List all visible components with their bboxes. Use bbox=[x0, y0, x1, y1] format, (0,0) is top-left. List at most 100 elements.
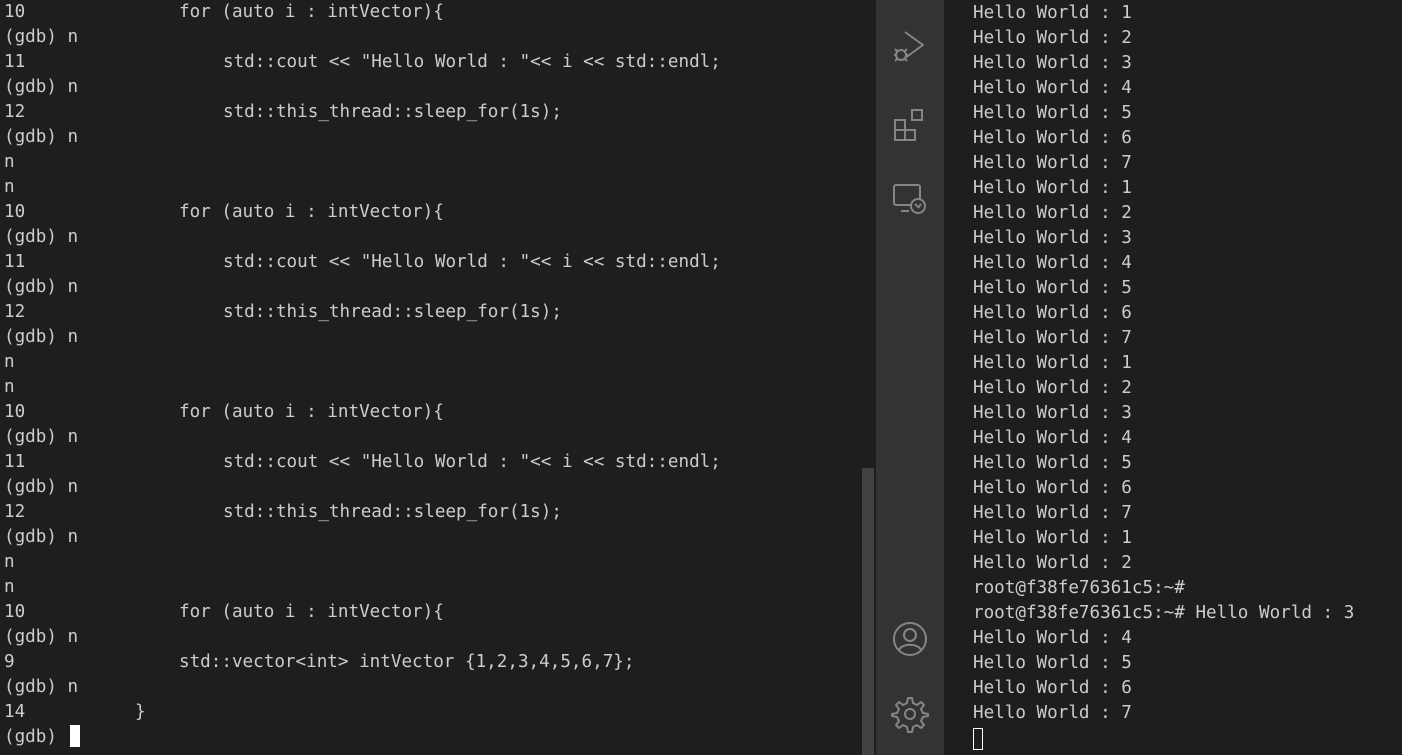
source-line-number: 10 bbox=[4, 602, 26, 622]
gdb-terminal-line: 11 std::cout << "Hello World : "<< i << s… bbox=[4, 250, 854, 275]
gdb-terminal-line: n bbox=[4, 550, 15, 575]
output-line: Hello World : 2 bbox=[973, 203, 1132, 223]
gdb-terminal-line: n bbox=[4, 150, 15, 175]
gdb-terminal-line: 14} bbox=[4, 700, 854, 725]
extensions-icon[interactable] bbox=[891, 106, 929, 144]
source-line-number: 10 bbox=[4, 2, 26, 22]
gdb-prompt-text: (gdb) n bbox=[4, 277, 79, 297]
gdb-terminal-line: 12 std::this_thread::sleep_for(1s); bbox=[4, 500, 854, 525]
source-code: std::this_thread::sleep_for(1s); bbox=[223, 502, 562, 522]
output-line: Hello World : 7 bbox=[973, 153, 1132, 173]
source-code: } bbox=[135, 702, 146, 722]
output-line: Hello World : 1 bbox=[973, 3, 1132, 23]
source-line-number: 12 bbox=[4, 502, 26, 522]
gdb-prompt-text: (gdb) n bbox=[4, 127, 79, 147]
output-line: Hello World : 3 bbox=[973, 53, 1132, 73]
program-output-terminal[interactable]: Hello World : 1 Hello World : 2 Hello Worl… bbox=[944, 0, 1402, 755]
gdb-prompt-text: n bbox=[4, 152, 15, 172]
gdb-prompt-text: (gdb) bbox=[4, 727, 68, 747]
gdb-terminal-line: n bbox=[4, 350, 15, 375]
terminal-cursor bbox=[973, 728, 983, 750]
source-code: std::vector<int> intVector {1,2,3,4,5,6,… bbox=[179, 652, 635, 672]
gdb-terminal-line: 12 std::this_thread::sleep_for(1s); bbox=[4, 100, 854, 125]
output-line: Hello World : 1 bbox=[973, 353, 1132, 373]
source-line-number: 10 bbox=[4, 202, 26, 222]
gdb-terminal-line: 10 for (auto i : intVector){ bbox=[4, 600, 854, 625]
output-line: Hello World : 2 bbox=[973, 28, 1132, 48]
gdb-prompt-text: (gdb) n bbox=[4, 677, 79, 697]
app-root: 10 for (auto i : intVector){(gdb) n 11 std:… bbox=[0, 0, 1402, 755]
gdb-prompt-text: (gdb) n bbox=[4, 327, 79, 347]
gdb-terminal-line: 10 for (auto i : intVector){ bbox=[4, 0, 854, 25]
source-line-number: 11 bbox=[4, 252, 26, 272]
source-code: std::this_thread::sleep_for(1s); bbox=[223, 102, 562, 122]
gdb-terminal-line: (gdb) n bbox=[4, 25, 78, 50]
gdb-terminal-line: 10 for (auto i : intVector){ bbox=[4, 400, 854, 425]
output-line: Hello World : 5 bbox=[973, 103, 1132, 123]
gdb-terminal-line: n bbox=[4, 575, 15, 600]
gdb-terminal-line: 11 std::cout << "Hello World : "<< i << s… bbox=[4, 50, 854, 75]
gdb-terminal-line: (gdb) n bbox=[4, 225, 78, 250]
output-line: root@f38fe76361c5:~# Hello World : 3 bbox=[973, 603, 1355, 623]
output-line: Hello World : 3 bbox=[973, 403, 1132, 423]
output-line: Hello World : 7 bbox=[973, 503, 1132, 523]
gdb-cursor bbox=[69, 725, 80, 747]
gdb-prompt-text: (gdb) n bbox=[4, 427, 79, 447]
gdb-terminal-line: 12 std::this_thread::sleep_for(1s); bbox=[4, 300, 854, 325]
settings-gear-icon[interactable] bbox=[891, 695, 929, 733]
gdb-terminal-line: n bbox=[4, 175, 15, 200]
gdb-prompt-text: (gdb) n bbox=[4, 627, 79, 647]
output-line: root@f38fe76361c5:~# bbox=[973, 578, 1185, 598]
gdb-prompt-text: (gdb) n bbox=[4, 527, 79, 547]
account-icon[interactable] bbox=[891, 620, 929, 658]
output-line: Hello World : 6 bbox=[973, 303, 1132, 323]
gdb-terminal-line: (gdb) n bbox=[4, 525, 78, 550]
source-code: for (auto i : intVector){ bbox=[179, 202, 444, 222]
source-line-number: 14 bbox=[4, 702, 26, 722]
gdb-prompt-text: (gdb) n bbox=[4, 227, 79, 247]
gdb-terminal-line: (gdb) n bbox=[4, 325, 78, 350]
output-line: Hello World : 3 bbox=[973, 228, 1132, 248]
source-line-number: 11 bbox=[4, 52, 26, 72]
gdb-terminal-line: (gdb) n bbox=[4, 125, 78, 150]
output-line: Hello World : 1 bbox=[973, 178, 1132, 198]
source-code: std::cout << "Hello World : "<< i << std… bbox=[223, 452, 721, 472]
run-debug-icon[interactable] bbox=[891, 26, 929, 64]
output-line: Hello World : 4 bbox=[973, 253, 1132, 273]
output-line: Hello World : 5 bbox=[973, 453, 1132, 473]
output-line: Hello World : 6 bbox=[973, 478, 1132, 498]
gdb-terminal-line: (gdb) n bbox=[4, 475, 78, 500]
gdb-terminal-line: (gdb) n bbox=[4, 425, 78, 450]
gdb-terminal-line: (gdb) n bbox=[4, 625, 78, 650]
gdb-terminal-line: 11 std::cout << "Hello World : "<< i << s… bbox=[4, 450, 854, 475]
output-line: Hello World : 4 bbox=[973, 78, 1132, 98]
gdb-prompt-text: n bbox=[4, 577, 15, 597]
gdb-prompt-text: n bbox=[4, 177, 15, 197]
output-line: Hello World : 2 bbox=[973, 553, 1132, 573]
gdb-prompt-text: n bbox=[4, 352, 15, 372]
source-line-number: 11 bbox=[4, 452, 26, 472]
gdb-prompt-text: (gdb) n bbox=[4, 477, 79, 497]
output-line: Hello World : 7 bbox=[973, 703, 1132, 723]
gdb-prompt-text: n bbox=[4, 552, 15, 572]
gdb-terminal-line: 10 for (auto i : intVector){ bbox=[4, 200, 854, 225]
gdb-terminal-line: (gdb) bbox=[4, 725, 80, 750]
gdb-prompt-text: (gdb) n bbox=[4, 27, 79, 47]
remote-explorer-icon[interactable] bbox=[891, 180, 929, 218]
source-line-number: 9 bbox=[4, 652, 15, 672]
gdb-terminal-line: (gdb) n bbox=[4, 675, 78, 700]
gdb-terminal-pane[interactable]: 10 for (auto i : intVector){(gdb) n 11 std:… bbox=[0, 0, 876, 755]
output-line: Hello World : 7 bbox=[973, 328, 1132, 348]
source-line-number: 12 bbox=[4, 302, 26, 322]
output-line: Hello World : 6 bbox=[973, 128, 1132, 148]
source-code: std::cout << "Hello World : "<< i << std… bbox=[223, 52, 721, 72]
source-code: for (auto i : intVector){ bbox=[179, 2, 444, 22]
source-line-number: 10 bbox=[4, 402, 26, 422]
output-line: Hello World : 2 bbox=[973, 378, 1132, 398]
gdb-terminal-scrollbar-thumb[interactable] bbox=[862, 468, 874, 755]
output-line: Hello World : 4 bbox=[973, 628, 1132, 648]
output-line: Hello World : 4 bbox=[973, 428, 1132, 448]
source-code: for (auto i : intVector){ bbox=[179, 402, 444, 422]
gdb-terminal-line: 9 std::vector<int> intVector {1,2,3,4,5,6… bbox=[4, 650, 854, 675]
source-code: for (auto i : intVector){ bbox=[179, 602, 444, 622]
